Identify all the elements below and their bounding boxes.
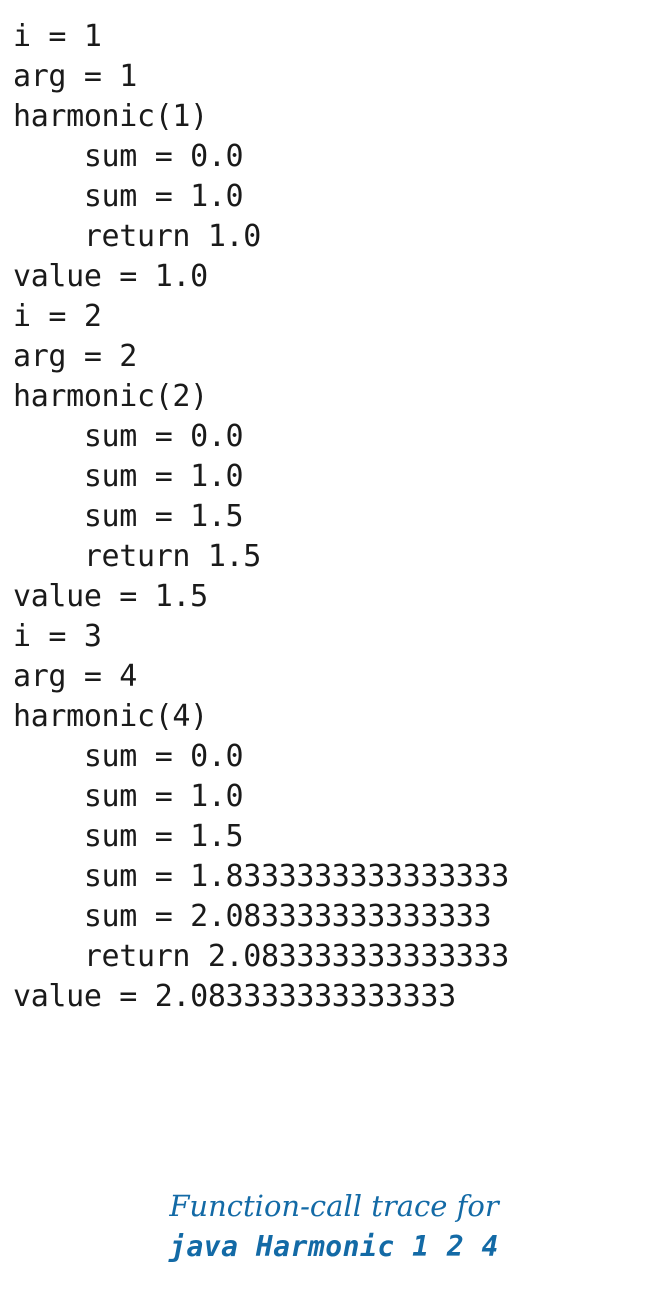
trace-line: sum = 1.5: [13, 819, 244, 854]
trace-line: return 1.0: [13, 219, 261, 254]
trace-line: i = 1: [13, 19, 102, 54]
trace-line: value = 2.083333333333333: [13, 979, 456, 1014]
trace-line: sum = 0.0: [13, 139, 244, 174]
trace-line: arg = 4: [13, 659, 137, 694]
trace-line: value = 1.5: [13, 579, 208, 614]
caption-description: Function-call trace for: [169, 1189, 499, 1223]
caption-command: java Harmonic 1 2 4: [169, 1230, 499, 1263]
trace-line: sum = 1.8333333333333333: [13, 859, 509, 894]
trace-line: harmonic(4): [13, 699, 208, 734]
trace-line: harmonic(1): [13, 99, 208, 134]
trace-line: harmonic(2): [13, 379, 208, 414]
figure-caption: Function-call trace for java Harmonic 1 …: [0, 1186, 668, 1268]
trace-line: sum = 1.5: [13, 499, 244, 534]
trace-line: sum = 1.0: [13, 179, 244, 214]
trace-line: sum = 1.0: [13, 459, 244, 494]
trace-line: i = 3: [13, 619, 102, 654]
trace-line: sum = 1.0: [13, 779, 244, 814]
trace-line: return 1.5: [13, 539, 261, 574]
trace-line: i = 2: [13, 299, 102, 334]
trace-line: arg = 1: [13, 59, 137, 94]
trace-line: sum = 0.0: [13, 419, 244, 454]
trace-line: sum = 2.083333333333333: [13, 899, 492, 934]
trace-line: return 2.083333333333333: [13, 939, 509, 974]
trace-line: value = 1.0: [13, 259, 208, 294]
trace-line: arg = 2: [13, 339, 137, 374]
trace-line: sum = 0.0: [13, 739, 244, 774]
trace-figure: i = 1 arg = 1 harmonic(1) sum = 0.0 sum = …: [0, 0, 668, 1310]
function-call-trace-listing: i = 1 arg = 1 harmonic(1) sum = 0.0 sum = …: [13, 17, 668, 1017]
